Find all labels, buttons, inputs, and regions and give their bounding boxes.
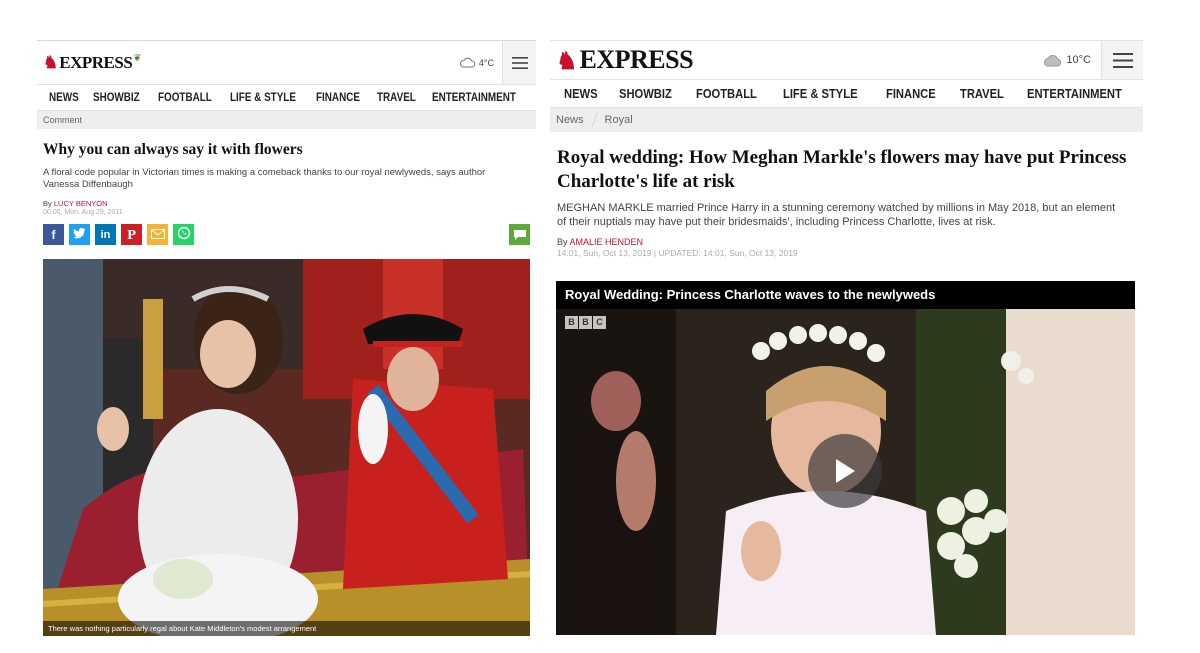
main-nav: NEWS SHOWBIZ FOOTBALL LIFE & STYLE FINAN… bbox=[550, 80, 1143, 108]
cloud-icon bbox=[459, 57, 475, 68]
twitter-share-button[interactable] bbox=[69, 224, 90, 245]
nav-life-style[interactable]: LIFE & STYLE bbox=[783, 86, 858, 101]
weather-temp: 10°C bbox=[1066, 54, 1091, 66]
article-standfirst: MEGHAN MARKLE married Prince Harry in a … bbox=[557, 202, 1116, 228]
nav-travel[interactable]: TRAVEL bbox=[960, 86, 1004, 101]
nav-travel[interactable]: TRAVEL bbox=[377, 92, 416, 104]
nav-football[interactable]: FOOTBALL bbox=[696, 86, 757, 101]
express-logo[interactable]: ♞ EXPRESS bbox=[556, 45, 694, 75]
logo-wordmark: EXPRESS bbox=[579, 45, 694, 74]
breadcrumb: Comment bbox=[37, 111, 536, 129]
main-nav: NEWS SHOWBIZ FOOTBALL LIFE & STYLE FINAN… bbox=[37, 85, 536, 111]
twitter-icon bbox=[73, 227, 86, 242]
bbc-watermark: B B C bbox=[565, 316, 607, 329]
bbc-letter: C bbox=[593, 316, 606, 329]
linkedin-icon: in bbox=[100, 228, 111, 241]
crusader-logo-icon: ♞ bbox=[43, 52, 59, 73]
facebook-icon: f bbox=[51, 227, 56, 242]
comments-button[interactable] bbox=[509, 224, 530, 245]
video-player[interactable]: Royal Wedding: Princess Charlotte waves … bbox=[556, 281, 1135, 635]
bbc-letter: B bbox=[579, 316, 592, 329]
article-page-2011: ♞ EXPRESS ❦ 4°C NEWS SHOWBIZ FOOTBALL LI… bbox=[37, 40, 536, 640]
byline: By AMALIE HENDEN bbox=[557, 237, 1137, 247]
linkedin-share-button[interactable]: in bbox=[95, 224, 116, 245]
email-icon bbox=[150, 228, 165, 242]
hamburger-menu-button[interactable] bbox=[502, 41, 536, 84]
pinterest-share-button[interactable]: P bbox=[121, 224, 142, 245]
nav-finance[interactable]: FINANCE bbox=[316, 92, 360, 104]
crusader-logo-icon: ♞ bbox=[556, 45, 578, 75]
article-headline: Royal wedding: How Meghan Markle's flowe… bbox=[557, 147, 1127, 192]
email-share-button[interactable] bbox=[147, 224, 168, 245]
nav-football[interactable]: FOOTBALL bbox=[158, 92, 212, 104]
bbc-letter: B bbox=[565, 316, 578, 329]
leaf-icon: ❦ bbox=[133, 53, 142, 64]
nav-news[interactable]: NEWS bbox=[564, 86, 598, 101]
byline-prefix: By bbox=[557, 237, 568, 247]
nav-entertainment[interactable]: ENTERTAINMENT bbox=[1027, 86, 1122, 101]
breadcrumb-royal[interactable]: Royal bbox=[605, 114, 643, 126]
photo-caption: There was nothing particularly regal abo… bbox=[43, 621, 530, 636]
nav-finance[interactable]: FINANCE bbox=[886, 86, 936, 101]
byline: By LUCY BENYON bbox=[43, 199, 530, 208]
pinterest-icon: P bbox=[126, 227, 137, 242]
site-header: ♞ EXPRESS ❦ 4°C bbox=[37, 41, 536, 85]
logo-wordmark: EXPRESS bbox=[59, 52, 133, 72]
play-icon bbox=[836, 459, 855, 483]
weather-widget[interactable]: 4°C bbox=[459, 57, 494, 68]
cloud-icon bbox=[1044, 54, 1062, 66]
facebook-share-button[interactable]: f bbox=[43, 224, 64, 245]
carriage-photo-illustration bbox=[43, 259, 530, 636]
weather-widget[interactable]: 10°C bbox=[1042, 54, 1091, 67]
article-page-2019: ♞ EXPRESS 10°C NEWS SHOWBIZ FOOTBALL LIF… bbox=[550, 40, 1143, 640]
breadcrumb: News Royal bbox=[550, 108, 1143, 132]
hamburger-menu-button[interactable] bbox=[1101, 41, 1143, 79]
share-bar: f in P bbox=[43, 224, 530, 245]
byline-prefix: By bbox=[43, 199, 52, 208]
article-photo-royal-wedding-carriage: There was nothing particularly regal abo… bbox=[43, 259, 530, 636]
hamburger-icon bbox=[511, 56, 528, 69]
publish-date: 14:01, Sun, Oct 13, 2019 | UPDATED: 14:0… bbox=[557, 248, 798, 258]
nav-news[interactable]: NEWS bbox=[49, 92, 79, 104]
express-logo[interactable]: ♞ EXPRESS ❦ bbox=[43, 53, 142, 73]
hamburger-icon bbox=[1112, 52, 1133, 68]
nav-showbiz[interactable]: SHOWBIZ bbox=[93, 92, 140, 104]
author-link[interactable]: AMALIE HENDEN bbox=[570, 237, 644, 247]
article-standfirst: A floral code popular in Victorian times… bbox=[43, 167, 486, 190]
nav-life-style[interactable]: LIFE & STYLE bbox=[230, 92, 296, 104]
video-play-button[interactable] bbox=[808, 434, 882, 508]
whatsapp-share-button[interactable] bbox=[173, 224, 194, 245]
weather-temp: 4°C bbox=[478, 57, 494, 68]
author-link[interactable]: LUCY BENYON bbox=[54, 199, 108, 208]
site-header: ♞ EXPRESS 10°C bbox=[550, 40, 1143, 80]
nav-entertainment[interactable]: ENTERTAINMENT bbox=[432, 92, 516, 104]
comment-icon bbox=[513, 229, 526, 240]
breadcrumb-comment[interactable]: Comment bbox=[43, 115, 92, 125]
publish-date: 00:00, Mon, Aug 29, 2011 bbox=[43, 209, 123, 216]
nav-showbiz[interactable]: SHOWBIZ bbox=[619, 86, 672, 101]
whatsapp-icon bbox=[177, 226, 191, 243]
breadcrumb-news[interactable]: News bbox=[556, 114, 594, 126]
video-title: Royal Wedding: Princess Charlotte waves … bbox=[556, 281, 1135, 309]
article-headline: Why you can always say it with flowers bbox=[43, 141, 303, 158]
